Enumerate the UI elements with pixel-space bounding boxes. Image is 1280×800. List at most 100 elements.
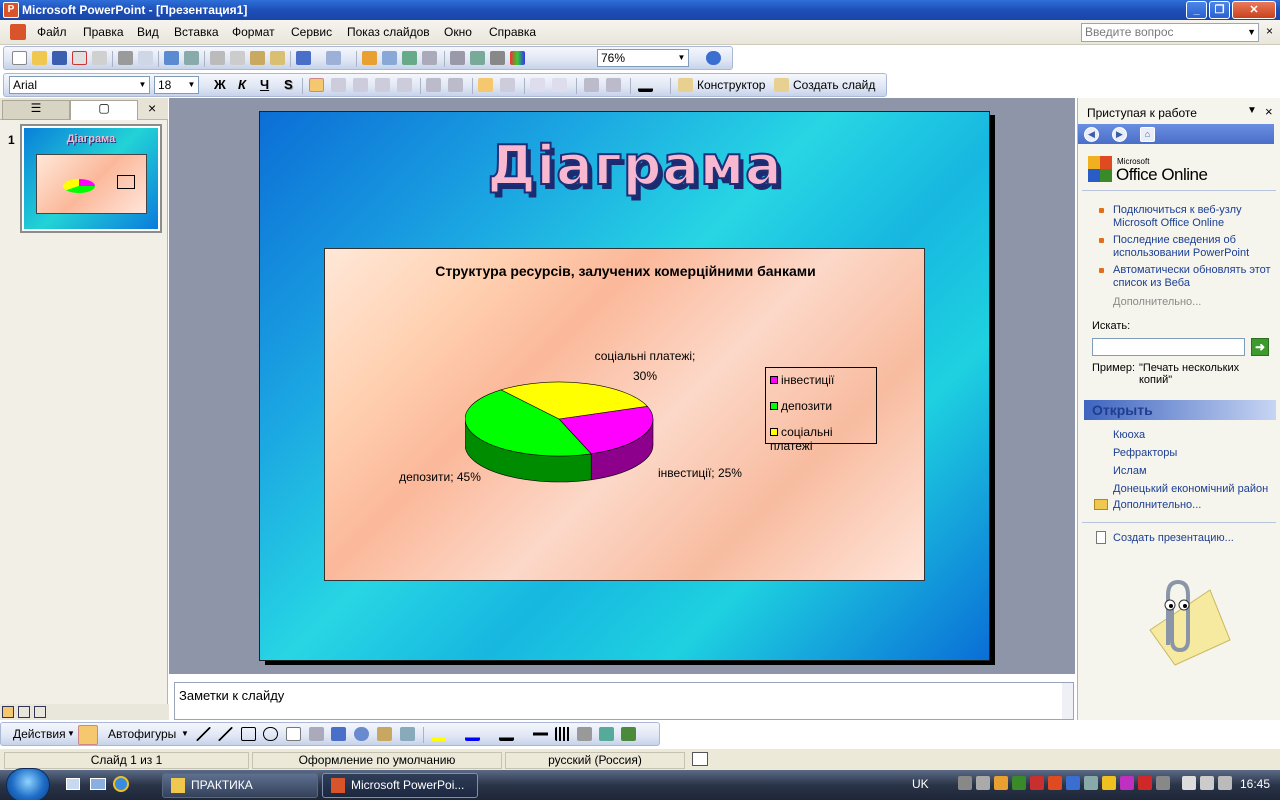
tray-icon[interactable] xyxy=(1030,776,1044,790)
tray-icon[interactable] xyxy=(1012,776,1026,790)
designer-button[interactable]: Конструктор xyxy=(697,78,765,92)
align-left-icon[interactable] xyxy=(309,78,324,92)
insert-table-icon[interactable] xyxy=(382,51,397,65)
insert-chart-icon[interactable] xyxy=(362,51,377,65)
fill-color-icon[interactable] xyxy=(431,727,446,741)
ltr-icon[interactable] xyxy=(478,78,493,92)
tray-icon[interactable] xyxy=(1084,776,1098,790)
font-color-icon[interactable] xyxy=(638,78,653,92)
internet-explorer-icon[interactable] xyxy=(113,776,129,792)
distribute-icon[interactable] xyxy=(397,78,412,92)
zoom-select[interactable]: 76% ▼ xyxy=(597,49,689,67)
close-document-icon[interactable]: × xyxy=(1266,24,1273,38)
new-slide-icon[interactable] xyxy=(774,78,789,92)
close-pane-icon[interactable]: × xyxy=(148,100,156,116)
home-icon[interactable]: ⌂ xyxy=(1140,127,1155,142)
menu-help[interactable]: Справка xyxy=(489,25,536,39)
chevron-down-icon[interactable]: ▼ xyxy=(1247,105,1257,116)
rectangle-icon[interactable] xyxy=(241,727,256,741)
tray-icon[interactable] xyxy=(1138,776,1152,790)
new-icon[interactable] xyxy=(12,51,27,65)
open-more-link[interactable]: Дополнительно... xyxy=(1113,499,1201,512)
line-icon[interactable] xyxy=(196,727,211,741)
back-icon[interactable]: ◀ xyxy=(1084,127,1099,142)
arrow-style-icon[interactable] xyxy=(577,727,592,741)
spelling-icon[interactable] xyxy=(164,51,179,65)
close-icon[interactable]: × xyxy=(1265,104,1273,119)
new-slide-button[interactable]: Создать слайд xyxy=(793,78,875,92)
volume-icon[interactable] xyxy=(1218,776,1232,790)
increase-font-icon[interactable] xyxy=(530,78,545,92)
wordart-icon[interactable] xyxy=(331,727,346,741)
dash-style-icon[interactable] xyxy=(555,727,570,741)
switch-windows-icon[interactable] xyxy=(90,778,106,790)
increase-indent-icon[interactable] xyxy=(606,78,621,92)
shadow-button[interactable]: S xyxy=(284,77,293,92)
tab-slides[interactable]: ▢ xyxy=(70,100,138,120)
menu-insert[interactable]: Вставка xyxy=(174,25,219,39)
designer-icon[interactable] xyxy=(678,78,693,92)
notes-pane[interactable]: Заметки к слайду xyxy=(174,682,1074,720)
line-style-icon[interactable] xyxy=(533,727,548,741)
hyperlink-icon[interactable] xyxy=(422,51,437,65)
minimize-button[interactable]: _ xyxy=(1186,1,1207,19)
search-input[interactable] xyxy=(1092,338,1245,356)
menu-view[interactable]: Вид xyxy=(137,25,159,39)
oval-icon[interactable] xyxy=(263,727,278,741)
start-button[interactable] xyxy=(6,768,50,800)
decrease-indent-icon[interactable] xyxy=(584,78,599,92)
recent-file[interactable]: Донецький економічний район xyxy=(1113,483,1268,496)
chevron-down-icon[interactable]: ▼ xyxy=(67,729,75,738)
print-preview-icon[interactable] xyxy=(138,51,153,65)
task-pane-title[interactable]: Приступая к работе xyxy=(1087,106,1197,120)
bold-button[interactable]: Ж xyxy=(214,77,226,92)
3d-style-icon[interactable] xyxy=(621,727,636,741)
search-go-button[interactable]: ➜ xyxy=(1251,338,1269,356)
flag-icon[interactable] xyxy=(1200,776,1214,790)
menu-window[interactable]: Окно xyxy=(444,25,472,39)
restore-button[interactable]: ❐ xyxy=(1209,1,1230,19)
chevron-down-icon[interactable]: ▼ xyxy=(676,51,687,65)
chart-object[interactable]: Структура ресурсів, залучених комерційни… xyxy=(324,248,925,581)
help-icon[interactable] xyxy=(706,51,721,65)
font-select[interactable]: Arial ▼ xyxy=(9,76,150,94)
link-auto-update[interactable]: Автоматически обновлять этот список из В… xyxy=(1113,264,1273,290)
link-latest-news[interactable]: Последние сведения об использовании Powe… xyxy=(1113,234,1273,260)
autoshapes-menu[interactable]: Автофигуры xyxy=(108,727,176,741)
arrow-icon[interactable] xyxy=(218,727,233,741)
menu-edit[interactable]: Правка xyxy=(83,25,124,39)
link-connect-office-online[interactable]: Подключиться к веб-узлу Microsoft Office… xyxy=(1113,204,1273,230)
rtl-icon[interactable] xyxy=(500,78,515,92)
font-size-select[interactable]: 18 ▼ xyxy=(154,76,199,94)
recent-file[interactable]: Рефракторы xyxy=(1113,447,1177,460)
justify-icon[interactable] xyxy=(375,78,390,92)
permission-icon[interactable] xyxy=(72,51,87,65)
clock[interactable]: 16:45 xyxy=(1240,777,1270,791)
show-formatting-icon[interactable] xyxy=(470,51,485,65)
grid-icon[interactable] xyxy=(490,51,505,65)
menu-slideshow[interactable]: Показ слайдов xyxy=(347,25,430,39)
taskbar-item-active[interactable]: Microsoft PowerPoi... xyxy=(322,773,478,798)
email-icon[interactable] xyxy=(92,51,107,65)
slideshow-icon[interactable] xyxy=(34,706,46,718)
cut-icon[interactable] xyxy=(210,51,225,65)
color-grayscale-icon[interactable] xyxy=(510,51,525,65)
powerpoint-icon[interactable]: P xyxy=(3,2,19,18)
slide-sorter-icon[interactable] xyxy=(18,706,30,718)
align-right-icon[interactable] xyxy=(353,78,368,92)
chevron-down-icon[interactable]: ▼ xyxy=(137,78,148,92)
underline-button[interactable]: Ч xyxy=(260,77,269,92)
tray-icon[interactable] xyxy=(958,776,972,790)
tab-outline[interactable]: ☰ xyxy=(2,100,70,120)
vertical-textbox-icon[interactable] xyxy=(309,727,324,741)
font-color-draw-icon[interactable] xyxy=(499,727,514,741)
open-icon[interactable] xyxy=(32,51,47,65)
bullets-icon[interactable] xyxy=(448,78,463,92)
notes-scrollbar[interactable] xyxy=(1062,683,1073,719)
select-pointer-icon[interactable] xyxy=(78,725,98,745)
keyboard-layout[interactable]: UK xyxy=(912,777,929,791)
numbering-icon[interactable] xyxy=(426,78,441,92)
show-desktop-icon[interactable] xyxy=(66,778,80,790)
taskbar-item[interactable]: ПРАКТИКА xyxy=(162,773,318,798)
actions-menu[interactable]: Действия xyxy=(13,727,66,741)
